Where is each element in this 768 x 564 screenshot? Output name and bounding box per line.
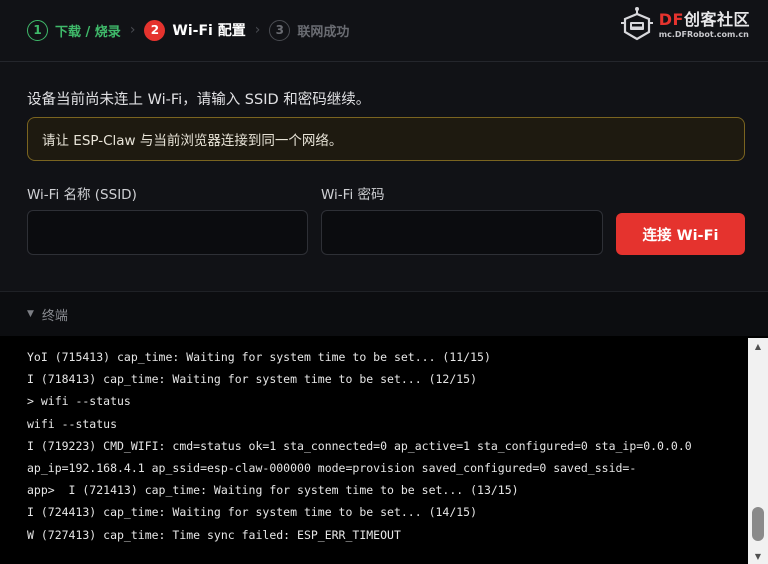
- top-header: 1 下载 / 烧录 › 2 Wi-Fi 配置 › 3 联网成功 DF创客社区 m…: [0, 0, 768, 62]
- chevron-right-icon: ›: [254, 22, 261, 38]
- ssid-input[interactable]: [27, 210, 308, 255]
- terminal-line: YoI (715413) cap_time: Waiting for syste…: [27, 350, 491, 364]
- terminal-toggle[interactable]: ▼ 终端: [0, 292, 768, 336]
- terminal-title: 终端: [41, 308, 68, 324]
- terminal-line: app> I (721413) cap_time: Waiting for sy…: [27, 483, 519, 498]
- logo-brand-rest: 创客社区: [683, 9, 750, 29]
- terminal-line: W (727413) cap_time: Time sync failed: E…: [27, 527, 401, 542]
- caret-down-icon: ▼: [27, 309, 34, 319]
- wifi-prompt-text: 设备当前尚未连上 Wi-Fi，请输入 SSID 和密码继续。: [27, 92, 371, 108]
- step-number: 2: [144, 19, 166, 41]
- password-label: Wi-Fi 密码: [321, 187, 385, 203]
- terminal-line: > wifi --status: [27, 394, 131, 409]
- logo-brand: DF创客社区: [658, 9, 750, 29]
- step-number: 1: [27, 19, 48, 41]
- chevron-right-icon: ›: [129, 22, 136, 38]
- step-label: 联网成功: [297, 24, 350, 40]
- step-download-flash: 1 下载 / 烧录: [27, 19, 121, 41]
- connect-wifi-button[interactable]: 连接 Wi-Fi: [616, 213, 745, 255]
- step-indicator: 1 下载 / 烧录 › 2 Wi-Fi 配置 › 3 联网成功: [27, 19, 349, 41]
- terminal-lines: YoI (715413) cap_time: Waiting for syste…: [27, 346, 742, 546]
- dfrobot-logo: DF创客社区 mc.DFRobot.com.cn: [618, 6, 750, 44]
- terminal-line: I (719223) CMD_WIFI: cmd=status ok=1 sta…: [27, 438, 692, 453]
- robot-head-icon: [620, 7, 653, 41]
- wifi-config-panel: 设备当前尚未连上 Wi-Fi，请输入 SSID 和密码继续。 请让 ESP-Cl…: [0, 62, 768, 292]
- password-input[interactable]: [321, 210, 603, 255]
- terminal-scrollbar[interactable]: ▲ ▼: [748, 338, 768, 564]
- step-label: Wi-Fi 配置: [172, 23, 246, 39]
- terminal-line: I (724413) cap_time: Waiting for system …: [27, 505, 478, 520]
- scroll-down-icon[interactable]: ▼: [748, 548, 768, 564]
- logo-brand-prefix: DF: [658, 9, 684, 29]
- logo-url: mc.DFRobot.com.cn: [658, 29, 749, 39]
- network-notice-text: 请让 ESP-Claw 与当前浏览器连接到同一个网络。: [42, 133, 343, 149]
- step-connected: 3 联网成功: [269, 19, 350, 41]
- scroll-up-icon[interactable]: ▲: [748, 338, 768, 354]
- terminal-line: I (718413) cap_time: Waiting for system …: [27, 372, 478, 387]
- terminal-line: ap_ip=192.168.4.1 ap_ssid=esp-claw-00000…: [27, 461, 637, 476]
- step-wifi-config: 2 Wi-Fi 配置: [144, 19, 246, 41]
- step-number: 3: [269, 19, 291, 41]
- terminal-output[interactable]: YoI (715413) cap_time: Waiting for syste…: [0, 336, 768, 564]
- step-label: 下载 / 烧录: [55, 24, 121, 40]
- scrollbar-thumb[interactable]: [752, 507, 764, 541]
- ssid-label: Wi-Fi 名称 (SSID): [27, 187, 137, 203]
- terminal-line: wifi --status: [27, 416, 118, 431]
- network-notice: 请让 ESP-Claw 与当前浏览器连接到同一个网络。: [27, 117, 745, 161]
